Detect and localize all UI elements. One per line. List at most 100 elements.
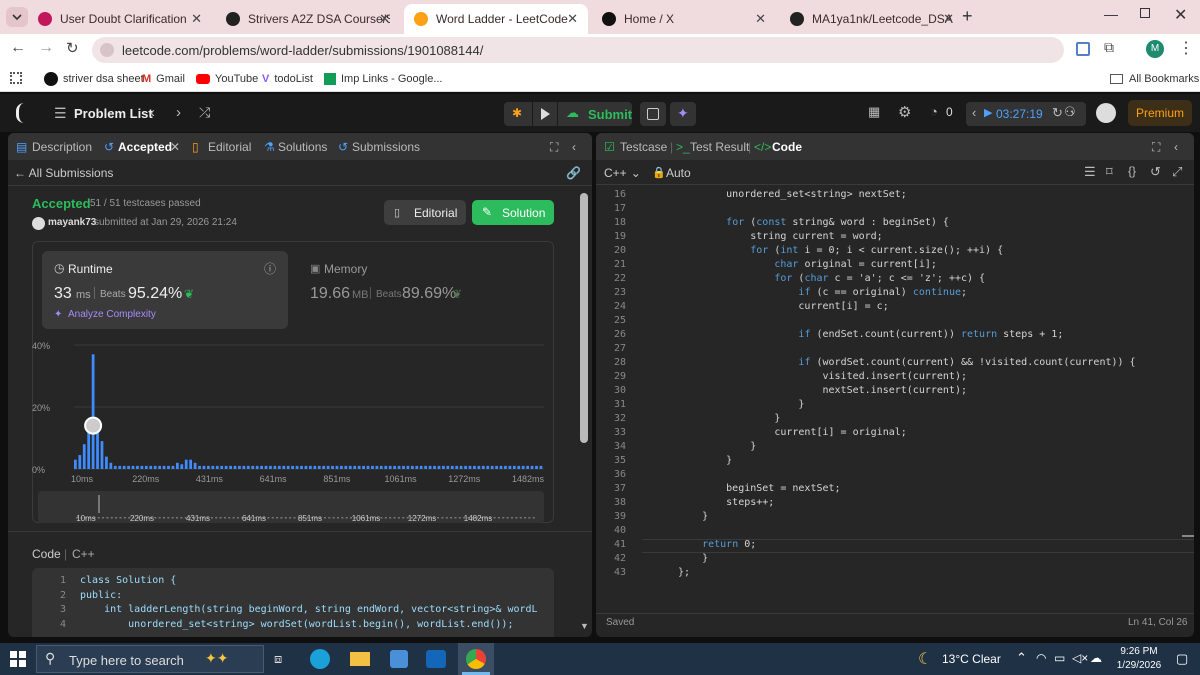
browser-tab[interactable]: Strivers A2Z DSA Course/Sheet✕ xyxy=(216,4,400,34)
leetcode-logo-icon[interactable] xyxy=(16,103,32,123)
profile-avatar[interactable]: M xyxy=(1146,40,1164,58)
auto-mode[interactable]: Auto xyxy=(666,166,691,180)
menu-kebab-icon[interactable]: ⋮ xyxy=(1178,38,1194,58)
collapse-icon[interactable]: ‹ xyxy=(1174,140,1178,154)
minimize-button[interactable]: — xyxy=(1104,6,1118,22)
close-tab-icon[interactable]: ✕ xyxy=(170,140,180,154)
tab-description[interactable]: Description xyxy=(32,140,92,154)
all-bookmarks[interactable]: All Bookmarks xyxy=(1110,66,1199,92)
outlook-icon[interactable] xyxy=(426,650,446,668)
tab-editorial[interactable]: Editorial xyxy=(208,140,251,154)
bookmark-icon[interactable]: ⌑ xyxy=(1106,164,1113,180)
close-tab-icon[interactable]: ✕ xyxy=(943,11,954,27)
file-explorer-icon[interactable] xyxy=(350,652,370,666)
close-window-button[interactable]: ✕ xyxy=(1174,5,1187,25)
braces-icon[interactable]: {} xyxy=(1128,164,1136,178)
browser-tab[interactable]: Home / X ✕ xyxy=(592,4,776,34)
browser-tab[interactable]: User Doubt Clarification ✕ xyxy=(28,4,212,34)
share-link-icon[interactable]: 🔗 xyxy=(566,166,581,180)
left-scrollbar[interactable] xyxy=(580,193,588,443)
code-editor[interactable]: 16 unordered_set<string> nextSet; 17 18 fo… xyxy=(596,189,1194,613)
new-tab-button[interactable]: + xyxy=(962,6,973,27)
ai-button[interactable]: ✦ xyxy=(670,102,696,126)
premium-button[interactable]: Premium xyxy=(1128,100,1192,126)
user-avatar[interactable] xyxy=(1096,103,1116,123)
url-bar[interactable]: leetcode.com/problems/word-ladder/submis… xyxy=(92,37,1064,63)
submit-button[interactable]: ☁ Submit xyxy=(558,102,632,126)
layout-icon[interactable]: ▦ xyxy=(868,104,880,120)
reload-icon[interactable]: ↻ xyxy=(66,39,79,57)
scroll-down-icon[interactable]: ▼ xyxy=(580,621,589,631)
clock-time[interactable]: 9:26 PM xyxy=(1114,646,1164,657)
bookmark-imp-links[interactable]: Imp Links - Google... xyxy=(324,66,443,92)
extensions-grid-icon[interactable] xyxy=(1076,42,1090,56)
play-icon[interactable]: ▶ xyxy=(984,106,992,119)
notifications-icon[interactable]: ▢ xyxy=(1176,651,1188,667)
forward-arrow-icon[interactable]: → xyxy=(38,39,54,57)
analyze-complexity-link[interactable]: Analyze Complexity xyxy=(68,309,156,320)
fullscreen-icon[interactable]: ⤢ xyxy=(1172,164,1182,180)
prev-problem-icon[interactable]: ‹ xyxy=(150,104,155,121)
tab-accepted[interactable]: Accepted xyxy=(118,140,172,154)
problem-list-link[interactable]: Problem List xyxy=(74,106,153,121)
maximize-icon[interactable]: ⛶ xyxy=(550,140,558,155)
bookmark-youtube[interactable]: YouTube xyxy=(196,66,258,92)
run-button[interactable] xyxy=(533,102,557,126)
taskbar-search[interactable]: ⚲ Type here to search ✦✦ xyxy=(36,645,264,673)
tab-submissions[interactable]: Submissions xyxy=(352,140,420,154)
close-tab-icon[interactable]: ✕ xyxy=(191,11,202,27)
apps-grid-icon[interactable] xyxy=(10,72,22,84)
shuffle-icon[interactable]: ⤮ xyxy=(199,104,210,121)
battery-icon[interactable]: ▭ xyxy=(1054,651,1065,665)
submitter-name[interactable]: mayank73 xyxy=(48,217,96,228)
undo-icon[interactable]: ↺ xyxy=(1150,164,1161,180)
runtime-distribution-chart[interactable]: 40% 20% 0% 10ms 220ms 431ms 641ms 851ms 1061ms 12… xyxy=(32,333,554,483)
browser-tab[interactable]: Word Ladder - LeetCode ✕ xyxy=(404,4,588,34)
tab-search-button[interactable] xyxy=(6,7,28,27)
notes-button[interactable] xyxy=(640,102,666,126)
clock-date[interactable]: 1/29/2026 xyxy=(1110,660,1168,671)
tab-test-result[interactable]: Test Result xyxy=(690,140,749,154)
back-arrow-icon[interactable]: ← xyxy=(10,39,26,57)
maximize-icon[interactable]: ⛶ xyxy=(1152,140,1160,155)
site-info-icon[interactable] xyxy=(100,43,114,57)
bookmark-gmail[interactable]: M Gmail xyxy=(142,66,185,92)
volume-icon[interactable]: ◁× xyxy=(1072,651,1088,665)
editorial-button[interactable]: ▯ Editorial xyxy=(384,200,466,225)
puzzle-icon[interactable]: ⧉ xyxy=(1104,39,1114,56)
store-icon[interactable] xyxy=(390,650,408,668)
range-navigator-axis[interactable]: 10ms 220ms 431ms 641ms 851ms 1061ms 1272ms 1482… xyxy=(38,491,544,523)
timer-prev-icon[interactable]: ‹ xyxy=(972,105,976,120)
close-tab-icon[interactable]: ✕ xyxy=(379,11,390,27)
collapse-icon[interactable]: ‹ xyxy=(572,140,576,154)
weather-text[interactable]: 13°C Clear xyxy=(942,652,1001,666)
debug-button[interactable]: ✱ xyxy=(504,102,532,126)
onedrive-icon[interactable]: ☁ xyxy=(1090,651,1102,665)
browser-tab[interactable]: MA1ya1nk/Leetcode_DSA ✕ xyxy=(780,4,964,34)
network-icon[interactable]: ◠ xyxy=(1036,651,1046,665)
tab-solutions[interactable]: Solutions xyxy=(278,140,327,154)
memory-card[interactable]: ▣ Memory 19.66 MB Beats 89.69% ❦ xyxy=(302,251,532,329)
close-tab-icon[interactable]: ✕ xyxy=(755,11,766,27)
info-icon[interactable]: ⓘ xyxy=(264,260,276,277)
bookmark-striver[interactable]: striver dsa sheet xyxy=(44,66,144,92)
url-text[interactable]: leetcode.com/problems/word-ladder/submis… xyxy=(122,43,483,58)
submission-code-block[interactable]: 1 class Solution {2 public: 3 int ladderLen… xyxy=(32,568,554,637)
windows-start-icon[interactable] xyxy=(10,651,26,667)
tab-testcase[interactable]: Testcase xyxy=(620,140,667,154)
bookmark-todolist[interactable]: VtodoList xyxy=(262,66,313,92)
tab-code[interactable]: Code xyxy=(772,140,802,154)
restore-button[interactable] xyxy=(1140,8,1150,18)
format-icon[interactable]: ☰ xyxy=(1084,164,1096,180)
solution-button[interactable]: ✎ Solution xyxy=(472,200,554,225)
task-view-icon[interactable]: ⧈ xyxy=(274,651,282,667)
reset-icon[interactable]: ↻ xyxy=(1052,105,1063,121)
all-submissions-link[interactable]: ← All Submissions xyxy=(14,166,113,180)
close-tab-icon[interactable]: ✕ xyxy=(567,11,578,27)
chevron-up-icon[interactable]: ⌃ xyxy=(1016,650,1027,666)
edge-icon[interactable] xyxy=(310,649,330,669)
add-user-icon[interactable]: ⚇ xyxy=(1064,104,1076,120)
chrome-taskbar-button[interactable] xyxy=(458,643,494,675)
next-problem-icon[interactable]: › xyxy=(176,104,181,121)
language-select[interactable]: C++ ⌄ xyxy=(604,166,641,180)
